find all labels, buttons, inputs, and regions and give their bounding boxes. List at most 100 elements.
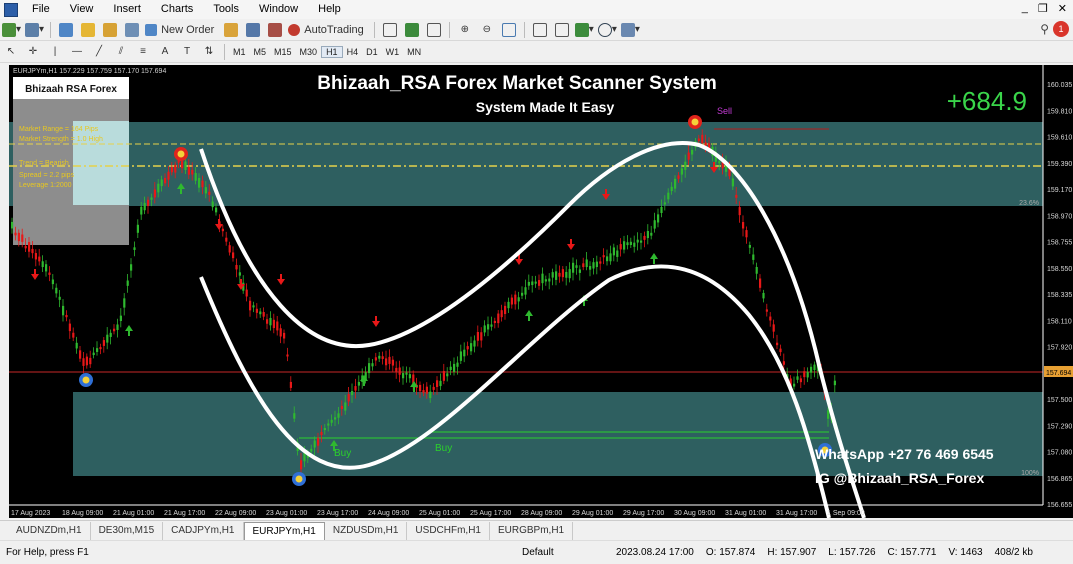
signals-button[interactable] — [266, 21, 284, 39]
indicators-button[interactable]: ▾ — [574, 21, 594, 39]
price-chart[interactable]: Bhizaah RSA Forex Market Range = 164 Pip… — [9, 65, 1073, 518]
tab-de30m[interactable]: DE30m,M15 — [91, 522, 164, 540]
sell-label: Sell — [717, 106, 732, 116]
candlestick-button[interactable] — [403, 21, 421, 39]
candle-body — [289, 381, 292, 388]
sell-star-core — [691, 118, 699, 126]
candle-body — [752, 254, 755, 260]
candle-body — [82, 358, 85, 366]
trendline-button[interactable]: ╱ — [90, 43, 108, 61]
notification-icon[interactable]: 1 — [1053, 21, 1069, 37]
data-window-button[interactable] — [79, 21, 97, 39]
timeframe-m1[interactable]: M1 — [229, 47, 250, 57]
menu-file[interactable]: File — [22, 0, 60, 19]
timeframe-w1[interactable]: W1 — [382, 47, 404, 57]
new-order-button[interactable]: New Order — [145, 21, 218, 39]
candle-body — [313, 440, 316, 448]
timeframe-h4[interactable]: H4 — [343, 47, 363, 57]
resistance-zone — [9, 122, 1043, 206]
candle-body — [38, 256, 41, 262]
new-chart-button[interactable]: ▾ — [2, 21, 21, 39]
timeframe-m15[interactable]: M15 — [270, 47, 296, 57]
fibonacci-icon: ≡ — [140, 46, 146, 57]
templates-button[interactable]: ▾ — [620, 21, 640, 39]
chart-title: Bhizaah_RSA Forex Market Scanner System — [317, 73, 717, 94]
candle-body — [262, 312, 265, 317]
zoom-out-button[interactable]: ⊖ — [478, 21, 496, 39]
arrows-button[interactable]: ⇅ — [200, 43, 218, 61]
support-zone — [73, 392, 1043, 476]
candle-body — [422, 390, 425, 394]
label-button[interactable]: T — [178, 43, 196, 61]
candle-body — [55, 287, 58, 294]
candle-body — [208, 191, 211, 195]
print-button[interactable] — [244, 21, 262, 39]
horizontal-line-button[interactable]: — — [68, 43, 86, 61]
tab-usdchfm[interactable]: USDCHFm,H1 — [407, 522, 490, 540]
tab-cadjpym[interactable]: CADJPYm,H1 — [163, 522, 244, 540]
candle-body — [799, 378, 802, 383]
candle-body — [126, 280, 129, 286]
tab-eurjpym[interactable]: EURJPYm,H1 — [243, 522, 325, 540]
cursor-button[interactable]: ↖ — [2, 43, 20, 61]
close-icon[interactable]: ✕ — [1058, 2, 1067, 15]
periods-button[interactable]: ▾ — [597, 21, 617, 39]
terminal-icon — [125, 22, 140, 37]
menu-window[interactable]: Window — [249, 0, 308, 19]
zoom-in-button[interactable]: ⊕ — [456, 21, 474, 39]
autotrading-button[interactable]: AutoTrading — [288, 21, 368, 39]
crosshair-button[interactable]: ✛ — [24, 43, 42, 61]
timeframe-mn[interactable]: MN — [403, 47, 425, 57]
candle-body — [810, 366, 813, 373]
minimize-icon[interactable]: _ — [1022, 2, 1028, 15]
candle-body — [385, 358, 388, 366]
candle-body — [449, 366, 452, 371]
candle-body — [17, 232, 20, 242]
text-button[interactable]: A — [156, 43, 174, 61]
candle-body — [691, 149, 694, 155]
metaeditor-button[interactable] — [222, 21, 240, 39]
search-icon[interactable]: ⚲ — [1040, 22, 1049, 36]
fibonacci-button[interactable]: ≡ — [134, 43, 152, 61]
candle-body — [633, 242, 636, 247]
tile-windows-button[interactable] — [500, 21, 518, 39]
timeframe-m5[interactable]: M5 — [250, 47, 271, 57]
menu-insert[interactable]: Insert — [103, 0, 151, 19]
navigator-button[interactable] — [101, 21, 119, 39]
restore-icon[interactable]: ❐ — [1038, 2, 1048, 15]
menu-view[interactable]: View — [60, 0, 104, 19]
autoscroll-button[interactable] — [553, 21, 571, 39]
timeframe-d1[interactable]: D1 — [362, 47, 382, 57]
indicators-icon — [574, 22, 589, 37]
chart-shift-button[interactable] — [531, 21, 549, 39]
market-watch-button[interactable] — [57, 21, 75, 39]
timeframe-h1[interactable]: H1 — [321, 45, 343, 58]
candle-body — [255, 308, 258, 313]
tab-eurgbpm[interactable]: EURGBPm,H1 — [490, 522, 574, 540]
timeframe-m30[interactable]: M30 — [296, 47, 322, 57]
menu-help[interactable]: Help — [308, 0, 351, 19]
channel-button[interactable]: ⫽ — [112, 43, 130, 61]
tab-nzdusdm[interactable]: NZDUSDm,H1 — [325, 522, 408, 540]
buy-arrow-icon — [525, 310, 533, 321]
terminal-button[interactable] — [123, 21, 141, 39]
candle-body — [11, 221, 14, 229]
time-label: 24 Aug 09:00 — [368, 510, 409, 517]
tab-audnzdm[interactable]: AUDNZDm,H1 — [8, 522, 91, 540]
menu-charts[interactable]: Charts — [151, 0, 203, 19]
candle-body — [102, 340, 105, 346]
chart-canvas[interactable]: Bhizaah RSA Forex Market Range = 164 Pip… — [9, 65, 1073, 518]
bar-chart-button[interactable] — [381, 21, 399, 39]
candle-body — [75, 342, 78, 349]
menu-tools[interactable]: Tools — [203, 0, 249, 19]
vertical-line-button[interactable]: | — [46, 43, 64, 61]
candle-body — [589, 266, 592, 270]
candle-body — [660, 206, 663, 214]
fib-level-bottom: 100% — [1021, 470, 1039, 477]
candle-body — [225, 237, 228, 242]
line-chart-button[interactable] — [425, 21, 443, 39]
candle-body — [398, 367, 401, 375]
toolbar-divider — [50, 21, 52, 38]
profiles-button[interactable]: ▾ — [25, 21, 44, 39]
candle-body — [293, 413, 296, 419]
